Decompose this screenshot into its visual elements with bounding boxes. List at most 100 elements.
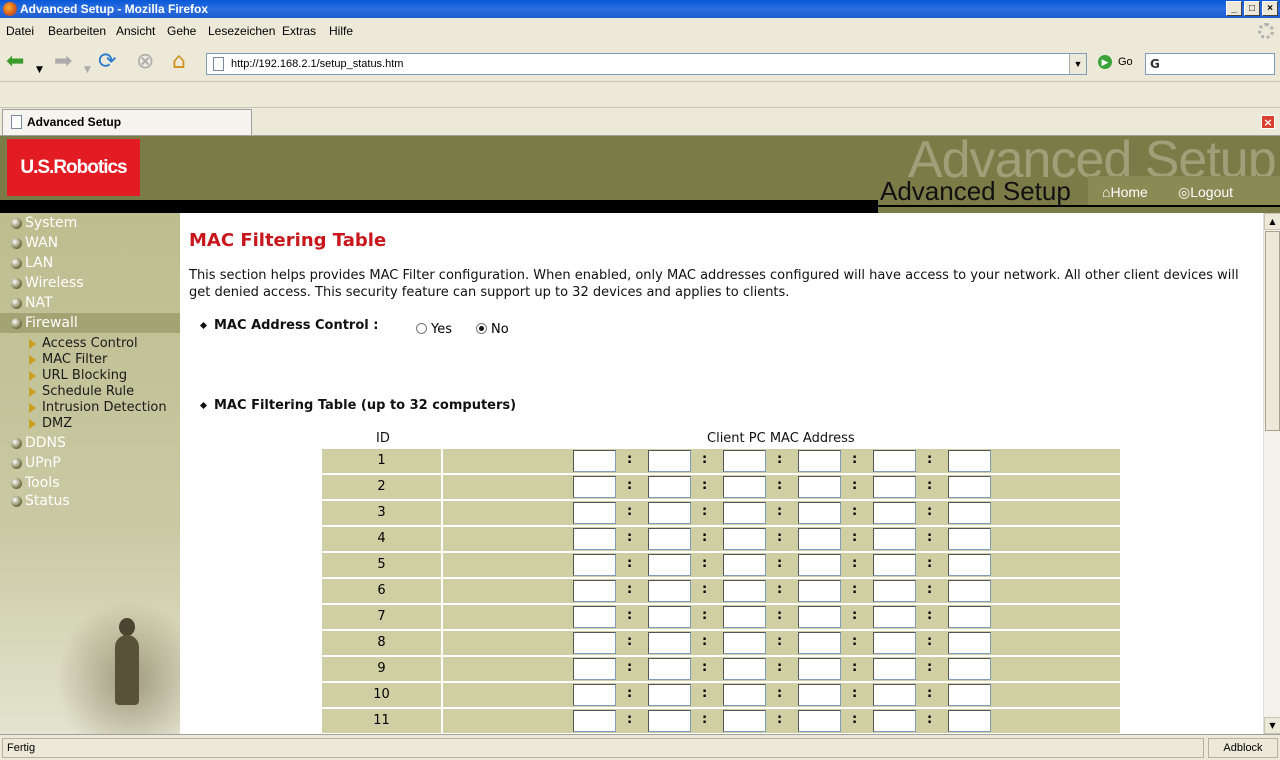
mac-octet-input[interactable] xyxy=(948,606,991,628)
mac-octet-input[interactable] xyxy=(798,450,841,472)
mac-octet-input[interactable] xyxy=(723,476,766,498)
mac-octet-input[interactable] xyxy=(948,528,991,550)
menu-bearbeiten[interactable]: Bearbeiten xyxy=(48,24,106,38)
mac-octet-input[interactable] xyxy=(873,632,916,654)
search-input[interactable]: G xyxy=(1145,53,1275,75)
mac-octet-input[interactable] xyxy=(723,658,766,680)
mac-octet-input[interactable] xyxy=(798,528,841,550)
mac-octet-input[interactable] xyxy=(798,658,841,680)
sidebar-item-wan[interactable]: WAN xyxy=(0,233,180,253)
forward-dropdown-icon[interactable]: ▼ xyxy=(84,58,91,82)
home-link[interactable]: ⌂ Home xyxy=(1102,176,1148,208)
radio-yes[interactable]: Yes xyxy=(416,322,452,337)
mac-octet-input[interactable] xyxy=(873,580,916,602)
menu-datei[interactable]: Datei xyxy=(6,24,34,38)
mac-octet-input[interactable] xyxy=(648,450,691,472)
mac-octet-input[interactable] xyxy=(798,502,841,524)
mac-octet-input[interactable] xyxy=(873,476,916,498)
vertical-scrollbar[interactable]: ▲ ▼ xyxy=(1263,213,1280,734)
mac-octet-input[interactable] xyxy=(723,502,766,524)
radio-no[interactable]: No xyxy=(476,322,509,337)
mac-octet-input[interactable] xyxy=(723,554,766,576)
mac-octet-input[interactable] xyxy=(948,554,991,576)
mac-octet-input[interactable] xyxy=(573,450,616,472)
mac-octet-input[interactable] xyxy=(873,684,916,706)
url-dropdown-icon[interactable]: ▼ xyxy=(1069,54,1086,74)
mac-octet-input[interactable] xyxy=(873,710,916,732)
scroll-down-icon[interactable]: ▼ xyxy=(1264,717,1280,734)
mac-octet-input[interactable] xyxy=(648,632,691,654)
sidebar-item-wireless[interactable]: Wireless xyxy=(0,273,180,293)
close-tab-icon[interactable]: × xyxy=(1261,115,1275,129)
mac-octet-input[interactable] xyxy=(873,502,916,524)
sidebar-item-ddns[interactable]: DDNS xyxy=(0,433,180,453)
url-bar[interactable]: http://192.168.2.1/setup_status.htm ▼ xyxy=(206,53,1087,75)
mac-octet-input[interactable] xyxy=(573,476,616,498)
mac-octet-input[interactable] xyxy=(873,450,916,472)
mac-octet-input[interactable] xyxy=(648,710,691,732)
scroll-up-icon[interactable]: ▲ xyxy=(1264,213,1280,230)
back-arrow-icon[interactable]: ⬅ xyxy=(6,50,24,74)
sidebar-item-lan[interactable]: LAN xyxy=(0,253,180,273)
mac-octet-input[interactable] xyxy=(948,710,991,732)
mac-octet-input[interactable] xyxy=(948,684,991,706)
sidebar-item-system[interactable]: System xyxy=(0,213,180,233)
mac-octet-input[interactable] xyxy=(948,450,991,472)
tab-advanced-setup[interactable]: Advanced Setup xyxy=(2,109,252,135)
mac-octet-input[interactable] xyxy=(798,684,841,706)
sidebar-item-nat[interactable]: NAT xyxy=(0,293,180,313)
mac-octet-input[interactable] xyxy=(573,528,616,550)
mac-octet-input[interactable] xyxy=(573,710,616,732)
close-window-button[interactable]: × xyxy=(1262,1,1278,16)
logout-link[interactable]: ◎ Logout xyxy=(1178,176,1233,208)
mac-octet-input[interactable] xyxy=(873,658,916,680)
home-icon[interactable]: ⌂ xyxy=(172,50,186,74)
mac-octet-input[interactable] xyxy=(648,502,691,524)
mac-octet-input[interactable] xyxy=(948,476,991,498)
mac-octet-input[interactable] xyxy=(648,606,691,628)
mac-octet-input[interactable] xyxy=(798,554,841,576)
mac-octet-input[interactable] xyxy=(648,658,691,680)
mac-octet-input[interactable] xyxy=(723,684,766,706)
sidebar-subitem-dmz[interactable]: DMZ xyxy=(29,416,72,432)
mac-octet-input[interactable] xyxy=(798,710,841,732)
mac-octet-input[interactable] xyxy=(648,476,691,498)
mac-octet-input[interactable] xyxy=(723,606,766,628)
mac-octet-input[interactable] xyxy=(948,658,991,680)
menu-extras[interactable]: Extras xyxy=(282,24,316,38)
back-dropdown-icon[interactable]: ▼ xyxy=(36,58,43,82)
sidebar-item-upnp[interactable]: UPnP xyxy=(0,453,180,473)
mac-octet-input[interactable] xyxy=(648,684,691,706)
mac-octet-input[interactable] xyxy=(723,580,766,602)
menu-ansicht[interactable]: Ansicht xyxy=(116,24,155,38)
forward-arrow-icon[interactable]: ➡ xyxy=(54,50,72,74)
menu-hilfe[interactable]: Hilfe xyxy=(329,24,353,38)
sidebar-item-tools[interactable]: Tools xyxy=(0,473,180,493)
mac-octet-input[interactable] xyxy=(573,632,616,654)
mac-octet-input[interactable] xyxy=(648,580,691,602)
mac-octet-input[interactable] xyxy=(648,528,691,550)
mac-octet-input[interactable] xyxy=(873,606,916,628)
mac-octet-input[interactable] xyxy=(723,632,766,654)
mac-octet-input[interactable] xyxy=(798,632,841,654)
mac-octet-input[interactable] xyxy=(573,658,616,680)
mac-octet-input[interactable] xyxy=(798,476,841,498)
minimize-button[interactable]: _ xyxy=(1226,1,1242,16)
adblock-status[interactable]: Adblock xyxy=(1208,738,1278,758)
mac-octet-input[interactable] xyxy=(948,632,991,654)
mac-octet-input[interactable] xyxy=(873,528,916,550)
mac-octet-input[interactable] xyxy=(948,580,991,602)
stop-icon[interactable]: ⊗ xyxy=(136,50,154,74)
mac-octet-input[interactable] xyxy=(948,502,991,524)
mac-octet-input[interactable] xyxy=(573,554,616,576)
mac-octet-input[interactable] xyxy=(723,528,766,550)
mac-octet-input[interactable] xyxy=(798,606,841,628)
sidebar-item-firewall[interactable]: Firewall xyxy=(0,313,180,333)
sidebar-subitem-intrusion-detection[interactable]: Intrusion Detection xyxy=(29,400,167,416)
mac-octet-input[interactable] xyxy=(573,580,616,602)
go-button[interactable]: ▶ Go xyxy=(1098,55,1133,69)
maximize-button[interactable]: □ xyxy=(1244,1,1260,16)
menu-lesezeichen[interactable]: Lesezeichen xyxy=(208,24,275,38)
sidebar-subitem-access-control[interactable]: Access Control xyxy=(29,336,138,352)
mac-octet-input[interactable] xyxy=(648,554,691,576)
